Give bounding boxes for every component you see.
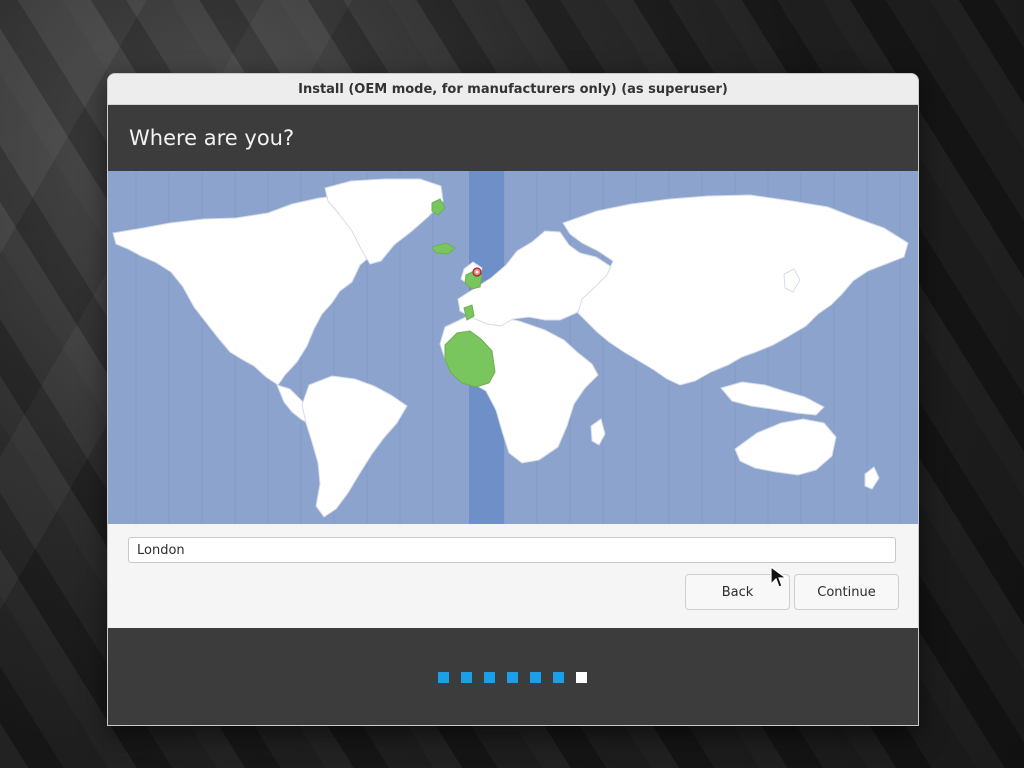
progress-dot [461,672,472,683]
window-title: Install (OEM mode, for manufacturers onl… [298,81,728,97]
page-title: Where are you? [129,126,295,150]
selected-city-marker [472,267,482,277]
progress-dot [507,672,518,683]
progress-dot [438,672,449,683]
mouse-cursor-icon [770,566,788,588]
window-titlebar[interactable]: Install (OEM mode, for manufacturers onl… [108,74,918,105]
progress-dot-current [576,672,587,683]
timezone-map[interactable] [108,171,918,524]
page-header: Where are you? [108,105,918,171]
progress-dot [530,672,541,683]
location-input[interactable] [128,537,896,563]
progress-dot [553,672,564,683]
progress-footer [108,628,918,725]
installer-window: Install (OEM mode, for manufacturers onl… [107,73,919,726]
continue-button[interactable]: Continue [794,574,899,610]
progress-indicator [438,672,587,683]
progress-dot [484,672,495,683]
location-controls: Back Continue [108,524,918,628]
